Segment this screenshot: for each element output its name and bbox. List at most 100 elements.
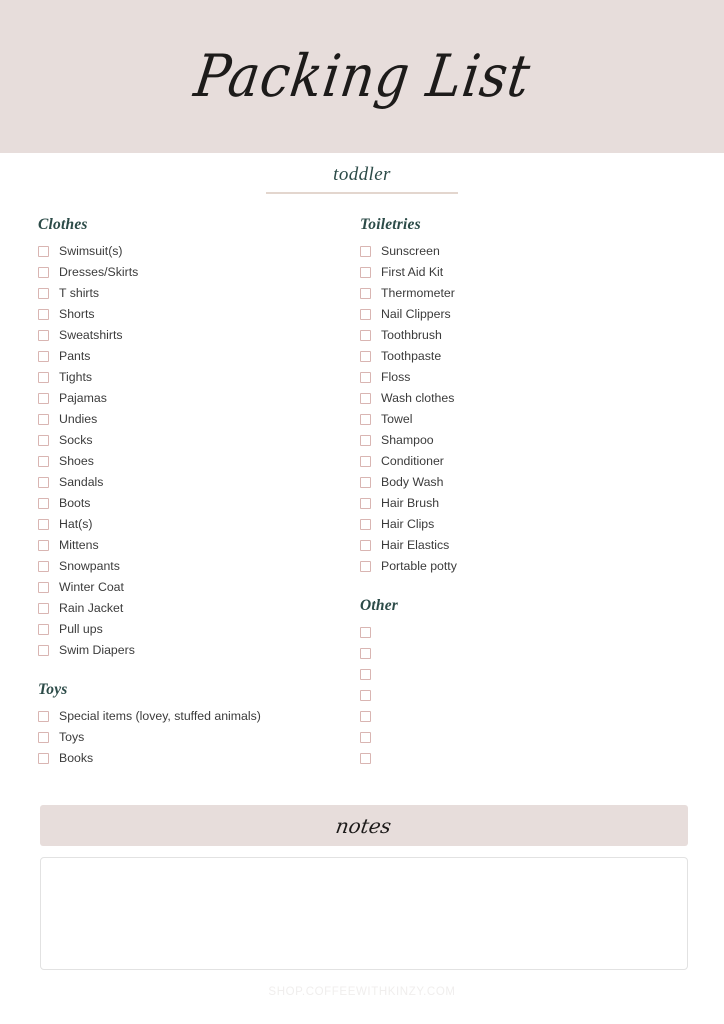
checkbox-icon[interactable] [360,267,371,278]
checklist-item[interactable]: Pants [38,346,358,367]
checklist-item-label: Mittens [59,538,99,553]
checkbox-icon[interactable] [38,393,49,404]
checklist-item[interactable]: Sunscreen [360,241,680,262]
checklist-item[interactable]: Towel [360,409,680,430]
checkbox-icon[interactable] [38,711,49,722]
checkbox-icon[interactable] [360,309,371,320]
checklist-item-label: Hair Elastics [381,538,450,553]
checkbox-icon[interactable] [360,711,371,722]
checklist-item[interactable]: Body Wash [360,472,680,493]
notes-label: notes [334,813,394,838]
checkbox-icon[interactable] [360,753,371,764]
checkbox-icon[interactable] [360,435,371,446]
checkbox-icon[interactable] [360,627,371,638]
checklist-item[interactable]: Hair Brush [360,493,680,514]
checkbox-icon[interactable] [360,330,371,341]
checklist-item[interactable]: Nail Clippers [360,304,680,325]
checkbox-icon[interactable] [360,690,371,701]
checklist-item[interactable]: Toys [38,727,358,748]
checkbox-icon[interactable] [38,309,49,320]
checkbox-icon[interactable] [360,540,371,551]
checkbox-icon[interactable] [360,414,371,425]
checkbox-icon[interactable] [360,288,371,299]
checkbox-icon[interactable] [360,669,371,680]
checklist-item[interactable]: Books [38,748,358,769]
checklist-item[interactable]: Undies [38,409,358,430]
checkbox-icon[interactable] [38,267,49,278]
checklist-item[interactable]: Swim Diapers [38,640,358,661]
checklist-item[interactable]: Sweatshirts [38,325,358,346]
checkbox-icon[interactable] [38,540,49,551]
checkbox-icon[interactable] [360,372,371,383]
checklist-item[interactable]: Boots [38,493,358,514]
checkbox-icon[interactable] [38,624,49,635]
checkbox-icon[interactable] [38,753,49,764]
checklist-item[interactable]: Conditioner [360,451,680,472]
section-toys: Toys Special items (lovey, stuffed animal… [38,681,358,769]
checkbox-icon[interactable] [38,330,49,341]
checklist-item[interactable]: Tights [38,367,358,388]
checklist-item[interactable]: Rain Jacket [38,598,358,619]
checkbox-icon[interactable] [38,435,49,446]
checklist-item[interactable]: Thermometer [360,283,680,304]
checklist-item[interactable] [360,685,680,706]
checklist-item[interactable] [360,664,680,685]
checkbox-icon[interactable] [38,561,49,572]
checklist: Sunscreen First Aid Kit Thermometer Nail Cl… [360,241,680,577]
checklist-item[interactable]: Hair Clips [360,514,680,535]
checkbox-icon[interactable] [38,645,49,656]
checklist-item[interactable]: Mittens [38,535,358,556]
checklist-item[interactable]: Sandals [38,472,358,493]
checkbox-icon[interactable] [360,519,371,530]
checklist-item[interactable]: Toothbrush [360,325,680,346]
checkbox-icon[interactable] [360,561,371,572]
checklist-item[interactable]: T shirts [38,283,358,304]
checklist-item[interactable]: Toothpaste [360,346,680,367]
checklist-item[interactable]: Hat(s) [38,514,358,535]
checklist-item[interactable]: Special items (lovey, stuffed animals) [38,706,358,727]
checkbox-icon[interactable] [38,498,49,509]
checklist-item[interactable]: Hair Elastics [360,535,680,556]
checklist-item[interactable]: First Aid Kit [360,262,680,283]
checklist-item[interactable]: Wash clothes [360,388,680,409]
checkbox-icon[interactable] [360,498,371,509]
checkbox-icon[interactable] [360,648,371,659]
checklist-item[interactable]: Pull ups [38,619,358,640]
checkbox-icon[interactable] [38,477,49,488]
checklist-item[interactable] [360,643,680,664]
checklist-item[interactable]: Shampoo [360,430,680,451]
checkbox-icon[interactable] [360,393,371,404]
checklist-item[interactable]: Swimsuit(s) [38,241,358,262]
section-toiletries: Toiletries Sunscreen First Aid Kit Thermome… [360,216,680,577]
checkbox-icon[interactable] [38,603,49,614]
checkbox-icon[interactable] [38,519,49,530]
checkbox-icon[interactable] [38,456,49,467]
checklist-item[interactable]: Shoes [38,451,358,472]
checklist-item[interactable]: Pajamas [38,388,358,409]
checklist-item[interactable] [360,748,680,769]
checkbox-icon[interactable] [38,372,49,383]
checklist-item-label: Dresses/Skirts [59,265,139,280]
checkbox-icon[interactable] [38,246,49,257]
checkbox-icon[interactable] [38,414,49,425]
checklist-item[interactable]: Portable potty [360,556,680,577]
checklist-item[interactable]: Floss [360,367,680,388]
checkbox-icon[interactable] [38,288,49,299]
checklist-item[interactable]: Winter Coat [38,577,358,598]
checklist-item[interactable] [360,727,680,748]
checklist-item[interactable]: Dresses/Skirts [38,262,358,283]
checkbox-icon[interactable] [38,732,49,743]
checkbox-icon[interactable] [360,351,371,362]
checkbox-icon[interactable] [360,456,371,467]
checkbox-icon[interactable] [38,351,49,362]
checkbox-icon[interactable] [360,732,371,743]
checklist-item[interactable] [360,622,680,643]
checklist-item[interactable]: Snowpants [38,556,358,577]
checklist-item[interactable] [360,706,680,727]
checkbox-icon[interactable] [360,477,371,488]
notes-input[interactable] [40,857,688,970]
checklist-item[interactable]: Shorts [38,304,358,325]
checklist-item[interactable]: Socks [38,430,358,451]
checkbox-icon[interactable] [360,246,371,257]
checkbox-icon[interactable] [38,582,49,593]
